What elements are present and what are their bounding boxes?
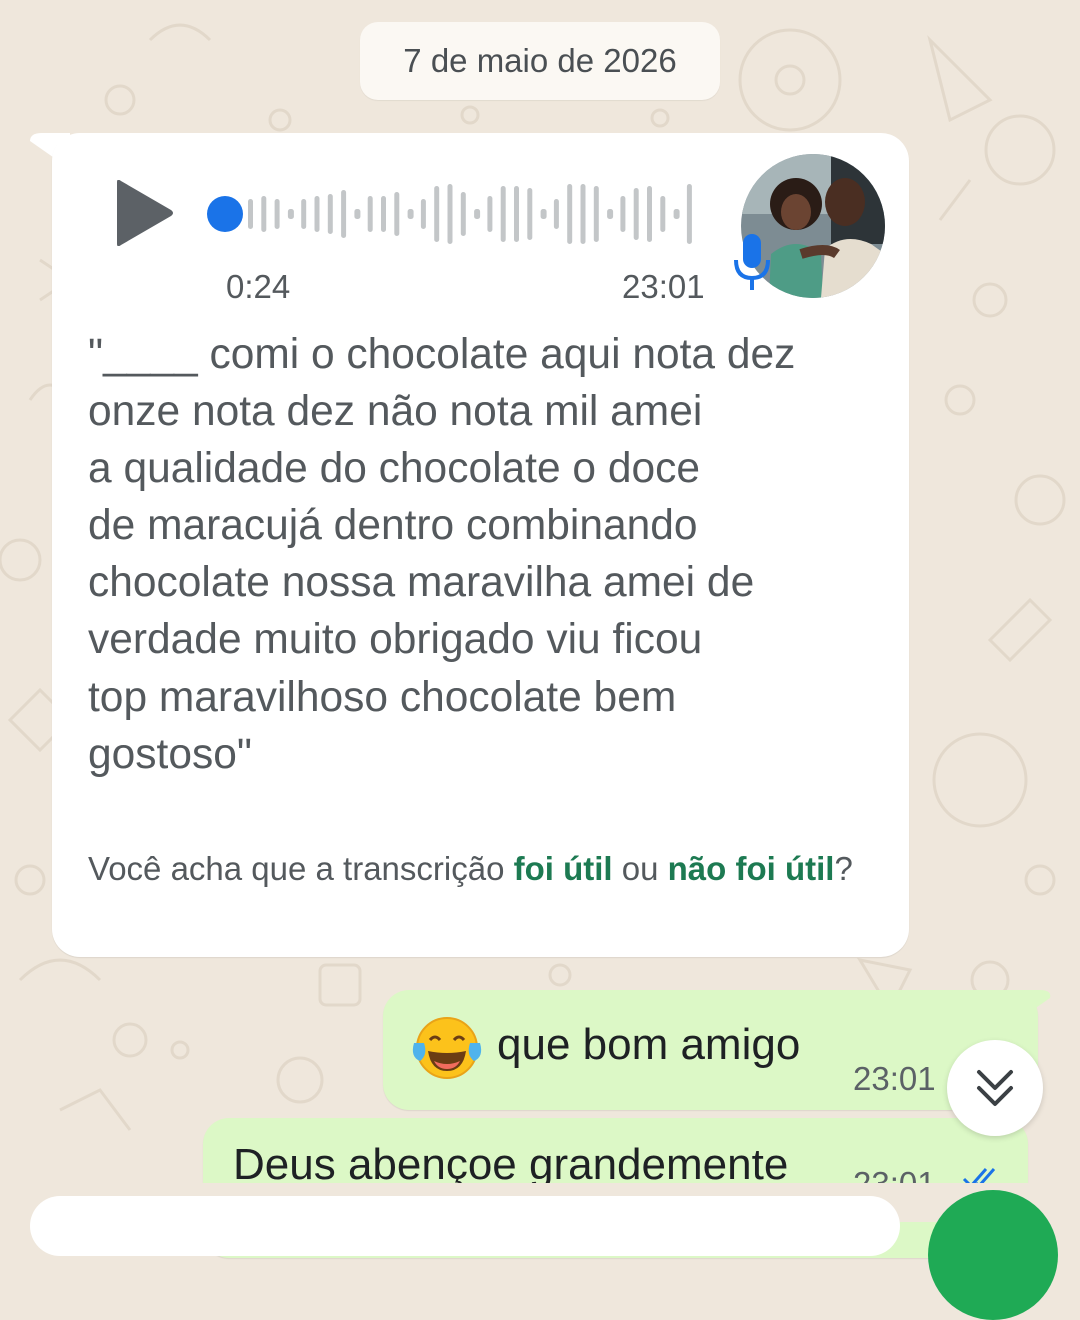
feedback-or: ou bbox=[612, 850, 668, 887]
waveform-bar bbox=[341, 190, 347, 238]
waveform-bar bbox=[567, 184, 573, 244]
message-time: 23:01 bbox=[853, 1060, 936, 1097]
waveform-bar bbox=[527, 188, 533, 240]
date-separator: 7 de maio de 2026 bbox=[360, 22, 720, 100]
feedback-helpful-link[interactable]: foi útil bbox=[514, 850, 613, 887]
waveform-bar bbox=[540, 209, 547, 219]
waveform-bar bbox=[434, 186, 440, 242]
waveform-bar bbox=[447, 184, 453, 244]
waveform-bar bbox=[686, 184, 692, 244]
waveform-bar bbox=[381, 196, 386, 232]
waveform-bar bbox=[367, 196, 373, 232]
waveform-bar bbox=[580, 184, 586, 244]
waveform-bar bbox=[327, 194, 333, 234]
waveform-bar bbox=[287, 209, 294, 219]
waveform-bar bbox=[673, 209, 680, 219]
feedback-not-helpful-link[interactable]: não foi útil bbox=[668, 850, 835, 887]
send-voice-button[interactable] bbox=[928, 1190, 1058, 1320]
waveform-bar bbox=[500, 186, 506, 242]
waveform-bar bbox=[460, 192, 466, 236]
feedback-suffix: ? bbox=[834, 850, 853, 887]
play-icon[interactable] bbox=[115, 180, 175, 246]
playback-scrubber[interactable] bbox=[207, 196, 243, 232]
waveform-bar bbox=[514, 186, 519, 242]
microphone-icon bbox=[734, 234, 770, 290]
waveform-bar bbox=[261, 196, 267, 232]
feedback-prefix: Você acha que a transcrição bbox=[88, 850, 514, 887]
waveform-bar bbox=[474, 209, 481, 219]
waveform-bar bbox=[487, 196, 493, 232]
double-chevron-down-icon bbox=[977, 1070, 1013, 1106]
voice-waveform[interactable] bbox=[246, 178, 706, 250]
waveform-bar bbox=[553, 199, 559, 229]
waveform-bar bbox=[633, 188, 639, 240]
waveform-bar bbox=[647, 186, 652, 242]
waveform-bar bbox=[354, 209, 361, 219]
voice-message-time: 23:01 bbox=[622, 268, 705, 305]
waveform-bar bbox=[394, 192, 400, 236]
waveform-bar bbox=[314, 196, 320, 232]
transcription-feedback: Você acha que a transcrição foi útil ou … bbox=[88, 848, 878, 890]
voice-duration: 0:24 bbox=[226, 268, 291, 305]
waveform-bar bbox=[620, 196, 626, 232]
waveform-bar bbox=[407, 209, 414, 219]
voice-transcript: "____ comi o chocolate aqui nota dez onz… bbox=[88, 331, 796, 778]
message-input-bar[interactable] bbox=[30, 1196, 900, 1256]
tears-of-joy-emoji bbox=[412, 1017, 482, 1079]
scroll-to-bottom-button[interactable] bbox=[947, 1040, 1043, 1136]
waveform-bar bbox=[274, 199, 280, 229]
waveform-bar bbox=[607, 209, 614, 219]
message-text: que bom amigo bbox=[497, 1020, 801, 1069]
waveform-bar bbox=[420, 199, 426, 229]
waveform-bar bbox=[301, 199, 307, 229]
waveform-bar bbox=[248, 199, 253, 229]
outgoing-bubble-tail bbox=[1010, 990, 1051, 1026]
waveform-bar bbox=[660, 196, 666, 232]
waveform-bar bbox=[593, 186, 599, 242]
